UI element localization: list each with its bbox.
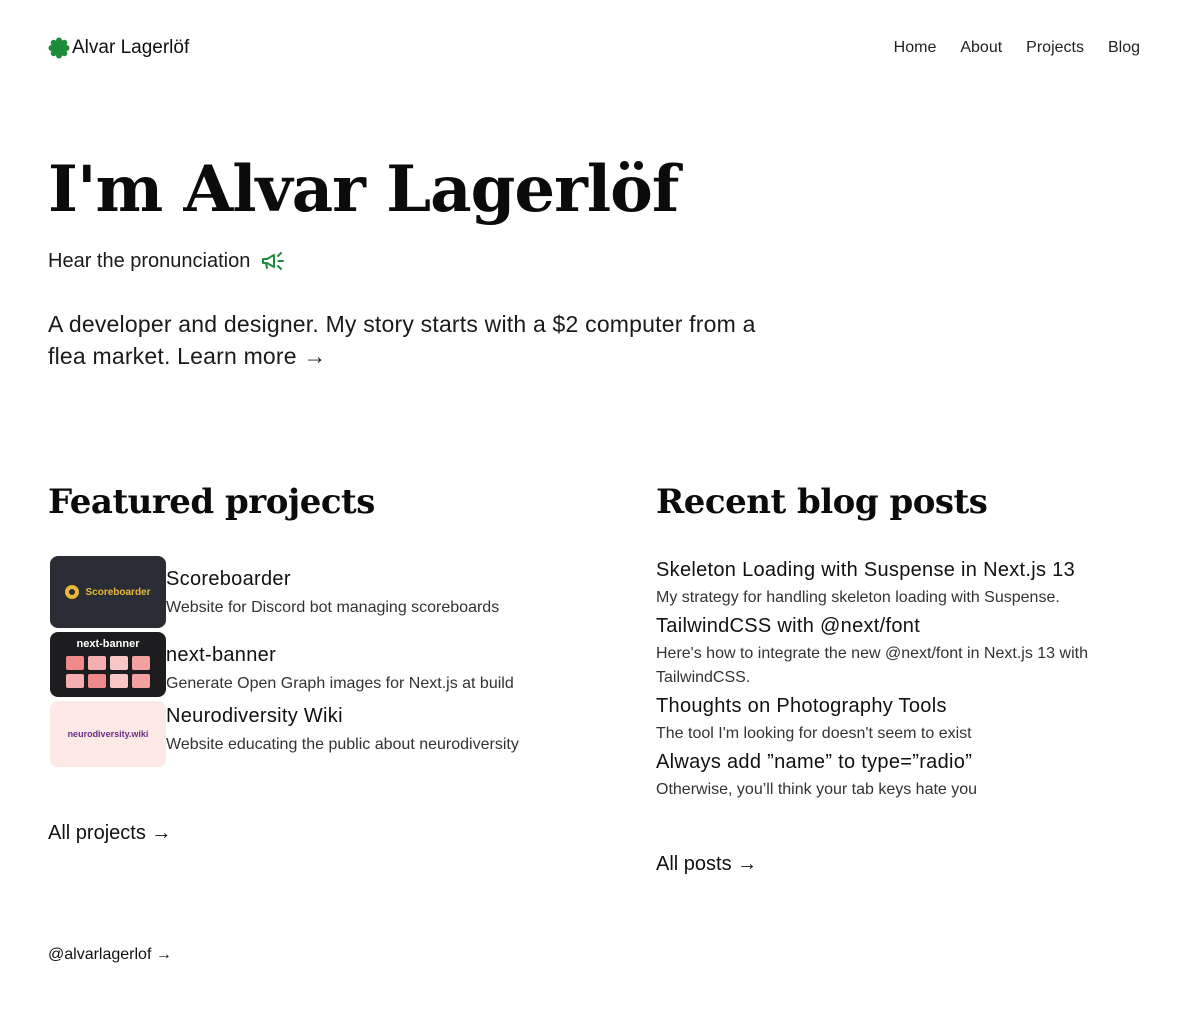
project-thumbnail-neurodiversity: neurodiversity.wiki	[50, 701, 166, 767]
pronunciation-label: Hear the pronunciation	[48, 249, 251, 272]
pronunciation-row: Hear the pronunciation	[48, 248, 286, 274]
posts-list: Skeleton Loading with Suspense in Next.j…	[656, 556, 1146, 804]
post-desc: The tool I'm looking for doesn't seem to…	[656, 725, 972, 742]
project-name: Scoreboarder	[166, 568, 291, 590]
scoreboarder-logo-icon	[65, 585, 80, 599]
site-header: Alvar Lagerlöf Home About Projects Blog	[48, 30, 1140, 66]
post-desc: Here's how to integrate the new @next/fo…	[656, 645, 1088, 686]
projects-heading: Featured projects	[48, 482, 375, 522]
all-projects-link[interactable]: All projects →	[48, 822, 171, 845]
project-desc: Generate Open Graph images for Next.js a…	[166, 675, 514, 692]
social-handle-link[interactable]: @alvarlagerlof →	[48, 946, 172, 964]
post-title: Thoughts on Photography Tools	[656, 695, 947, 717]
learn-more-link[interactable]: Learn more →	[177, 343, 326, 369]
posts-heading: Recent blog posts	[656, 482, 988, 522]
project-desc: Website for Discord bot managing scorebo…	[166, 599, 500, 616]
project-item[interactable]: Scoreboarder Scoreboarder Website for Di…	[48, 556, 548, 628]
megaphone-icon[interactable]	[260, 248, 286, 274]
project-item[interactable]: next-banner next-banner Generate Open Gr…	[48, 632, 548, 697]
project-thumbnail-scoreboarder: Scoreboarder	[50, 556, 166, 628]
post-item[interactable]: TailwindCSS with @next/font Here's how t…	[656, 612, 1146, 690]
thumb-text: neurodiversity.wiki	[67, 729, 149, 739]
image-grid-icon	[50, 656, 166, 688]
all-posts-link[interactable]: All posts →	[656, 853, 757, 876]
post-item[interactable]: Always add ”name” to type=”radio” Otherw…	[656, 748, 1146, 802]
thumb-text: next-banner	[76, 638, 140, 650]
post-desc: Otherwise, you’ll think your tab keys ha…	[656, 781, 978, 798]
post-title: Skeleton Loading with Suspense in Next.j…	[656, 559, 1076, 581]
nav-projects[interactable]: Projects	[1026, 39, 1084, 57]
post-title: Always add ”name” to type=”radio”	[656, 751, 973, 773]
project-desc: Website educating the public about neuro…	[166, 736, 519, 753]
intro-text: A developer and designer. My story start…	[48, 308, 778, 372]
nav-blog[interactable]: Blog	[1108, 39, 1140, 57]
project-thumbnail-next-banner: next-banner	[50, 632, 166, 697]
project-name: next-banner	[166, 644, 277, 666]
flower-icon	[48, 37, 70, 59]
project-name: Neurodiversity Wiki	[166, 705, 343, 727]
post-item[interactable]: Thoughts on Photography Tools The tool I…	[656, 692, 1146, 746]
nav-about[interactable]: About	[960, 39, 1002, 57]
projects-list: Scoreboarder Scoreboarder Website for Di…	[48, 556, 548, 771]
brand-link[interactable]: Alvar Lagerlöf	[48, 37, 189, 59]
post-desc: My strategy for handling skeleton loadin…	[656, 589, 1060, 606]
brand-name: Alvar Lagerlöf	[72, 37, 190, 58]
main-nav: Home About Projects Blog	[894, 39, 1140, 57]
intro-body: A developer and designer. My story start…	[48, 311, 756, 369]
hero-title: I'm Alvar Lagerlöf	[48, 152, 679, 227]
post-title: TailwindCSS with @next/font	[656, 615, 921, 637]
post-item[interactable]: Skeleton Loading with Suspense in Next.j…	[656, 556, 1146, 610]
thumb-text: Scoreboarder	[85, 586, 151, 598]
nav-home[interactable]: Home	[894, 39, 937, 57]
project-item[interactable]: neurodiversity.wiki Neurodiversity Wiki …	[48, 701, 548, 767]
